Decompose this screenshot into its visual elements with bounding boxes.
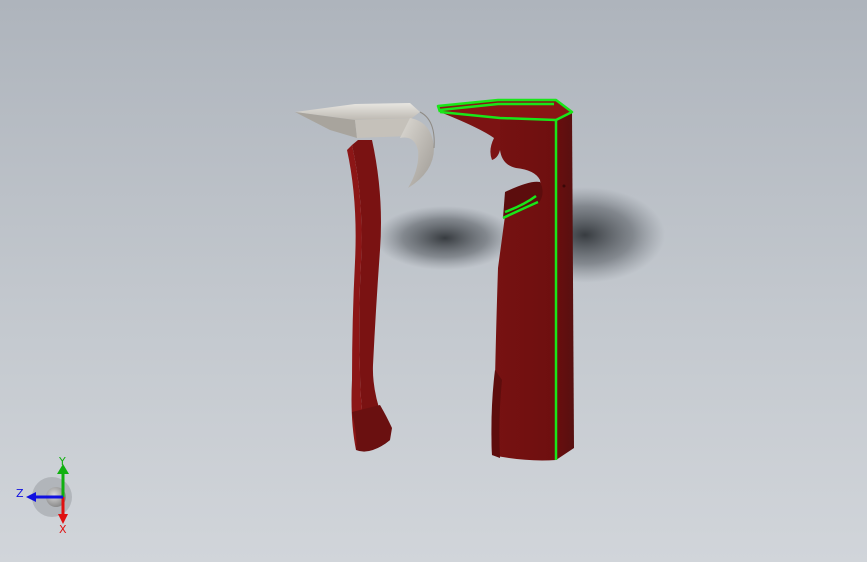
- triad-z-label: Z: [16, 487, 24, 500]
- graphics-viewport[interactable]: Y Z X: [0, 0, 867, 562]
- sleeve-right-face: [556, 112, 574, 460]
- hammer-model[interactable]: [295, 103, 435, 452]
- hammer-claw: [400, 118, 434, 188]
- triad-z-arrow: [26, 492, 36, 502]
- hammer-shadow: [375, 206, 515, 270]
- triad-y-label: Y: [58, 455, 66, 468]
- triad-x-label: X: [59, 523, 67, 536]
- sleeve-cutout: [440, 112, 500, 160]
- reference-triad[interactable]: Y Z X: [16, 455, 72, 536]
- sleeve-model[interactable]: [436, 98, 574, 461]
- hammer-grip-end: [352, 405, 392, 452]
- model-scene[interactable]: Y Z X: [0, 0, 867, 562]
- sleeve-hole: [562, 184, 566, 188]
